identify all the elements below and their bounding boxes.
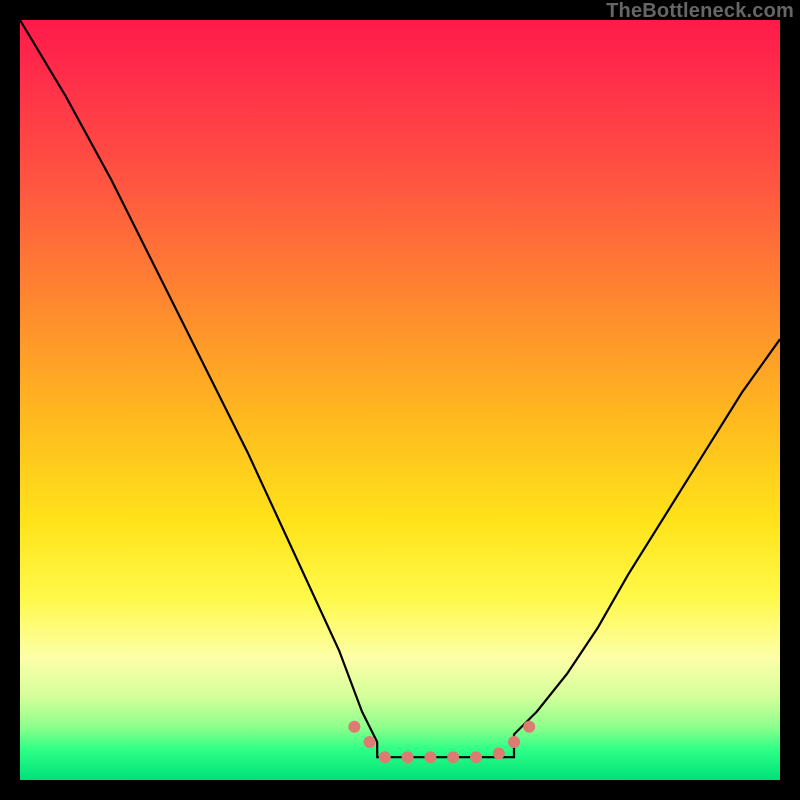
bottom-marker xyxy=(523,721,535,733)
bottom-marker xyxy=(348,721,360,733)
bottleneck-curve xyxy=(20,20,780,757)
bottom-marker xyxy=(508,736,520,748)
bottom-marker xyxy=(364,736,376,748)
bottom-marker xyxy=(447,751,459,763)
bottom-marker xyxy=(379,751,391,763)
chart-frame: TheBottleneck.com xyxy=(0,0,800,800)
plot-area xyxy=(20,20,780,780)
bottom-marker xyxy=(470,751,482,763)
bottom-marker xyxy=(493,747,505,759)
curve-overlay xyxy=(20,20,780,780)
bottom-marker xyxy=(402,751,414,763)
bottom-marker xyxy=(424,751,436,763)
